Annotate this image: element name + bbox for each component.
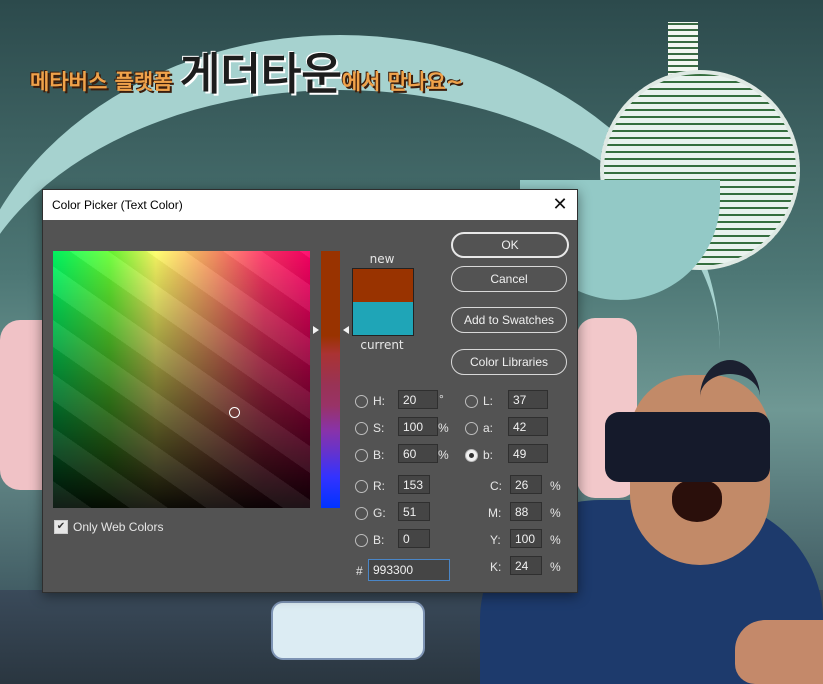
magenta-input[interactable]: 88 (510, 502, 542, 521)
lab-l-label: L: (483, 394, 494, 408)
radio-red[interactable] (355, 480, 368, 493)
cancel-button[interactable]: Cancel (451, 266, 567, 292)
hue-slider[interactable] (321, 251, 340, 508)
current-label: current (360, 338, 404, 352)
hue-label: H: (373, 394, 385, 408)
ok-button[interactable]: OK (451, 232, 569, 258)
saturation-label: S: (373, 421, 385, 435)
hex-label: # (356, 564, 363, 578)
blue-input[interactable]: 0 (398, 529, 430, 548)
color-field[interactable] (53, 251, 310, 508)
banner-title-brand: 게더타운 (179, 49, 342, 100)
radio-saturation[interactable] (355, 422, 368, 435)
color-libraries-button[interactable]: Color Libraries (451, 349, 567, 375)
blue-label: B: (373, 533, 385, 547)
slider-arrow-right-icon[interactable] (343, 326, 349, 334)
lab-a-input[interactable]: 42 (508, 417, 548, 436)
yellow-unit: % (550, 533, 561, 547)
color-field-web-steps (53, 251, 310, 508)
color-field-marker[interactable] (229, 407, 240, 418)
brightness-unit: % (438, 448, 449, 462)
magenta-label: M: (488, 506, 502, 520)
new-color-swatch (352, 268, 414, 304)
globe-tower (668, 22, 698, 77)
brightness-input[interactable]: 60 (398, 444, 438, 463)
black-input[interactable]: 24 (510, 556, 542, 575)
close-icon[interactable]: ✕ (547, 193, 573, 217)
yellow-input[interactable]: 100 (510, 529, 542, 548)
radio-lab-l[interactable] (465, 395, 478, 408)
radio-brightness[interactable] (355, 449, 368, 462)
radio-hue[interactable] (355, 395, 368, 408)
cyan-label: C: (490, 479, 502, 493)
green-label: G: (373, 506, 386, 520)
red-input[interactable]: 153 (398, 475, 430, 494)
hex-input[interactable]: 993300 (368, 559, 450, 581)
green-input[interactable]: 51 (398, 502, 430, 521)
brightness-label: B: (373, 448, 385, 462)
black-label: K: (490, 560, 502, 574)
black-unit: % (550, 560, 561, 574)
current-color-swatch[interactable] (352, 302, 414, 336)
banner-title: 메타버스 플랫폼 게더타운에서 만나요~ (30, 38, 650, 102)
hue-input[interactable]: 20 (398, 390, 438, 409)
slider-arrow-left-icon[interactable] (313, 326, 319, 334)
lab-b-input[interactable]: 49 (508, 444, 548, 463)
cyan-input[interactable]: 26 (510, 475, 542, 494)
cyan-unit: % (550, 479, 561, 493)
radio-lab-b[interactable] (465, 449, 478, 462)
magenta-unit: % (550, 506, 561, 520)
only-web-colors-checkbox[interactable]: ✔ (54, 520, 68, 534)
dialog-titlebar[interactable]: Color Picker (Text Color) ✕ (43, 190, 577, 220)
lab-a-label: a: (483, 421, 494, 435)
banner-title-part1: 메타버스 플랫폼 (30, 70, 180, 94)
radio-green[interactable] (355, 507, 368, 520)
yellow-label: Y: (490, 533, 501, 547)
red-label: R: (373, 479, 385, 493)
hue-unit: ° (439, 392, 444, 406)
vr-headset (605, 412, 770, 482)
dialog-title: Color Picker (Text Color) (52, 198, 183, 212)
vr-person-hand (735, 620, 823, 684)
new-label: new (369, 252, 395, 266)
color-picker-dialog: Color Picker (Text Color) ✕ new current … (42, 189, 578, 593)
only-web-colors-label: Only Web Colors (73, 520, 164, 534)
vr-person-mouth (672, 480, 722, 522)
bottom-sign (271, 601, 425, 660)
lab-l-input[interactable]: 37 (508, 390, 548, 409)
saturation-unit: % (438, 421, 449, 435)
saturation-input[interactable]: 100 (398, 417, 438, 436)
add-to-swatches-button[interactable]: Add to Swatches (451, 307, 567, 333)
lab-b-label: b: (483, 448, 494, 462)
radio-lab-a[interactable] (465, 422, 478, 435)
pink-decoration-left (0, 320, 45, 490)
radio-blue[interactable] (355, 534, 368, 547)
banner-title-part3: 에서 만나요~ (341, 70, 464, 94)
